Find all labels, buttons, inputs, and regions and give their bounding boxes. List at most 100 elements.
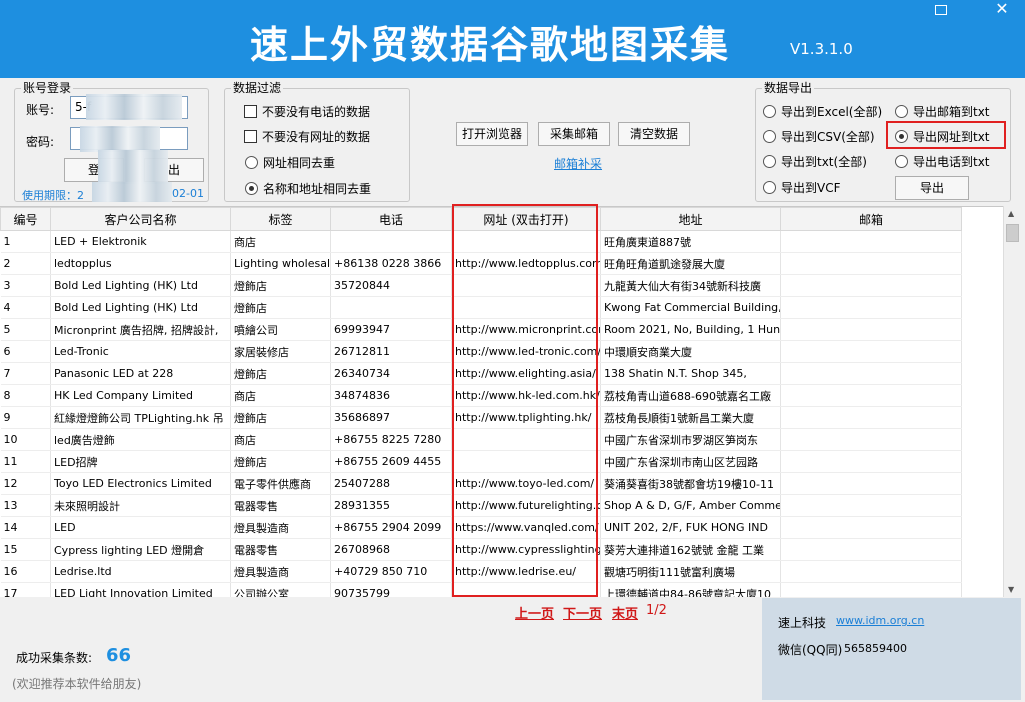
table-cell[interactable]: 28931355 xyxy=(330,494,452,517)
collect-email-button[interactable]: 采集邮箱 xyxy=(538,122,610,146)
table-cell[interactable]: 噴繪公司 xyxy=(230,318,331,341)
table-cell[interactable]: 燈具製造商 xyxy=(230,516,331,539)
export-csv-radio[interactable]: 导出到CSV(全部) xyxy=(763,128,875,145)
table-cell[interactable]: Room 2021, No, Building, 1 Hung To xyxy=(600,318,781,341)
table-cell[interactable] xyxy=(780,230,962,253)
table-cell[interactable]: 11 xyxy=(0,450,51,473)
table-cell[interactable]: 7 xyxy=(0,362,51,385)
table-cell[interactable]: 16 xyxy=(0,560,51,583)
table-cell[interactable]: 2 xyxy=(0,252,51,275)
table-cell[interactable]: 9 xyxy=(0,406,51,429)
table-cell[interactable]: 中國广东省深圳市南山区艺园路 xyxy=(600,450,781,473)
table-cell[interactable]: 25407288 xyxy=(330,472,452,495)
table-cell[interactable]: 1 xyxy=(0,230,51,253)
table-cell[interactable]: http://www.futurelighting.co xyxy=(451,494,601,517)
table-cell[interactable]: 旺角廣東道887號 xyxy=(600,230,781,253)
table-cell[interactable] xyxy=(451,428,601,451)
table-cell[interactable] xyxy=(451,296,601,319)
table-cell[interactable]: 14 xyxy=(0,516,51,539)
table-cell[interactable]: 上環德輔道中84-86號章記大廈10 xyxy=(600,582,781,597)
table-cell[interactable] xyxy=(780,252,962,275)
table-cell[interactable]: http://www.cypresslighting.c xyxy=(451,538,601,561)
table-cell[interactable]: 商店 xyxy=(230,230,331,253)
website-link[interactable]: www.idm.org.cn xyxy=(836,614,924,627)
table-cell[interactable]: https://www.vanqled.com/ xyxy=(451,516,601,539)
table-row[interactable]: 14 LED 燈具製造商 +86755 2904 2099 https://www.va… xyxy=(0,516,962,539)
table-cell[interactable]: Cypress lighting LED 燈開倉 xyxy=(50,538,231,561)
table-cell[interactable] xyxy=(451,274,601,297)
table-cell[interactable]: Ledrise.ltd xyxy=(50,560,231,583)
table-cell[interactable]: 26340734 xyxy=(330,362,452,385)
prev-page-link[interactable]: 上一页 xyxy=(515,603,554,622)
next-page-link[interactable]: 下一页 xyxy=(563,603,602,622)
table-cell[interactable]: http://www.tplighting.hk/ xyxy=(451,406,601,429)
table-cell[interactable]: led廣告燈飾 xyxy=(50,428,231,451)
column-header[interactable]: 网址 (双击打开) xyxy=(451,207,601,231)
table-cell[interactable]: 5 xyxy=(0,318,51,341)
table-cell[interactable]: 電器零售 xyxy=(230,494,331,517)
table-cell[interactable] xyxy=(780,450,962,473)
table-cell[interactable] xyxy=(451,230,601,253)
table-cell[interactable]: Shop A & D, G/F, Amber Commercial xyxy=(600,494,781,517)
vertical-scrollbar[interactable]: ▲ ▼ xyxy=(1003,206,1020,597)
table-cell[interactable]: 13 xyxy=(0,494,51,517)
dedupe-website-radio[interactable]: 网址相同去重 xyxy=(245,154,335,171)
table-cell[interactable]: LED + Elektronik xyxy=(50,230,231,253)
scrollbar-thumb[interactable] xyxy=(1006,224,1019,242)
table-cell[interactable]: 10 xyxy=(0,428,51,451)
table-cell[interactable]: 燈飾店 xyxy=(230,406,331,429)
table-cell[interactable]: 未來照明設計 xyxy=(50,494,231,517)
table-row[interactable]: 2ledtopplusLighting wholesaler+86138 022… xyxy=(0,252,962,275)
minimize-button[interactable] xyxy=(924,0,958,22)
table-row[interactable]: 13 未來照明設計 電器零售 28931355 http://www.futurelig… xyxy=(0,494,962,517)
table-cell[interactable]: +40729 850 710 xyxy=(330,560,452,583)
table-cell[interactable]: http://www.hk-led.com.hk/ xyxy=(451,384,601,407)
table-row[interactable]: 17 LED Light Innovation Limited 公司辦公室 90735… xyxy=(0,582,962,597)
export-phone-txt-radio[interactable]: 导出电话到txt xyxy=(895,153,990,170)
clear-data-button[interactable]: 清空数据 xyxy=(618,122,690,146)
table-cell[interactable]: 紅緣燈燈飾公司 TPLighting.hk 吊 xyxy=(50,406,231,429)
table-row[interactable]: 10 led廣告燈飾 商店 +86755 8225 7280 中國广东省深圳市罗湖区笋岗… xyxy=(0,428,962,451)
table-cell[interactable] xyxy=(780,560,962,583)
table-row[interactable]: 15 Cypress lighting LED 燈開倉 電器零售 26708968 ht… xyxy=(0,538,962,561)
filter-no-website-checkbox[interactable]: 不要没有网址的数据 xyxy=(244,128,370,145)
table-cell[interactable]: Panasonic LED at 228 xyxy=(50,362,231,385)
table-cell[interactable]: Bold Led Lighting (HK) Ltd xyxy=(50,296,231,319)
table-cell[interactable]: 燈飾店 xyxy=(230,274,331,297)
table-cell[interactable]: 26708968 xyxy=(330,538,452,561)
table-cell[interactable]: 15 xyxy=(0,538,51,561)
column-header[interactable]: 地址 xyxy=(600,207,781,231)
table-cell[interactable]: Bold Led Lighting (HK) Ltd xyxy=(50,274,231,297)
table-cell[interactable]: http://www.elighting.asia/ xyxy=(451,362,601,385)
table-cell[interactable]: 26712811 xyxy=(330,340,452,363)
table-cell[interactable]: 35720844 xyxy=(330,274,452,297)
table-cell[interactable]: +86755 2609 4455 xyxy=(330,450,452,473)
table-cell[interactable]: 3 xyxy=(0,274,51,297)
table-cell[interactable]: 17 xyxy=(0,582,51,597)
close-button[interactable]: ✕ xyxy=(985,0,1019,22)
table-cell[interactable]: 90735799 xyxy=(330,582,452,597)
table-row[interactable]: 6 Led-Tronic 家居裝修店 26712811 http://www.led-t… xyxy=(0,340,962,363)
table-cell[interactable]: 荔枝角青山道688-690號嘉名工廠 xyxy=(600,384,781,407)
table-cell[interactable] xyxy=(780,428,962,451)
data-grid[interactable]: 编号 客户公司名称 标签 电话 网址 (双击打开) 地址 邮箱 1 LED + Elektro… xyxy=(0,206,1003,597)
export-excel-radio[interactable]: 导出到Excel(全部) xyxy=(763,103,882,120)
table-row[interactable]: 9 紅緣燈燈飾公司 TPLighting.hk 吊燈飾店 35686897 http:… xyxy=(0,406,962,429)
table-row[interactable]: 7 Panasonic LED at 228 燈飾店 26340734 http://w… xyxy=(0,362,962,385)
table-cell[interactable] xyxy=(780,494,962,517)
table-cell[interactable]: 12 xyxy=(0,472,51,495)
export-website-txt-radio[interactable]: 导出网址到txt xyxy=(895,128,990,145)
table-cell[interactable]: 138 Shatin N.T. Shop 345, xyxy=(600,362,781,385)
table-row[interactable]: 3 Bold Led Lighting (HK) Ltd 燈飾店 35720844 九龍… xyxy=(0,274,962,297)
table-cell[interactable]: 中環順安商業大廈 xyxy=(600,340,781,363)
table-row[interactable]: 8 HK Led Company Limited 商店 34874836 http://… xyxy=(0,384,962,407)
table-cell[interactable] xyxy=(451,582,601,597)
table-cell[interactable]: http://www.ledtopplus.com/ xyxy=(451,252,601,275)
table-cell[interactable]: 燈飾店 xyxy=(230,450,331,473)
table-cell[interactable] xyxy=(780,582,962,597)
table-row[interactable]: 4 Bold Led Lighting (HK) Ltd 燈飾店 Kwong Fat … xyxy=(0,296,962,319)
table-cell[interactable]: 中國广东省深圳市罗湖区笋岗东 xyxy=(600,428,781,451)
column-header[interactable]: 编号 xyxy=(0,207,51,231)
table-cell[interactable] xyxy=(330,296,452,319)
table-cell[interactable]: 葵芳大連排道162號號 金龍 工業 xyxy=(600,538,781,561)
